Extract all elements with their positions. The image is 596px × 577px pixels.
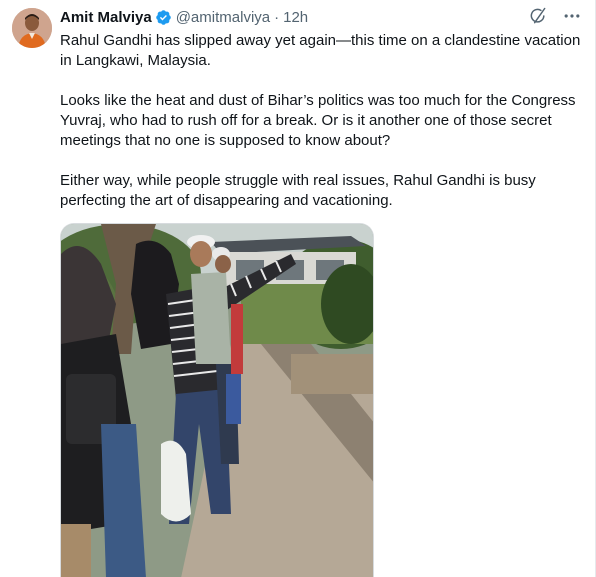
tweet[interactable]: Amit Malviya @amitmalviya · 12h Rahul Ga… (0, 0, 596, 577)
tweet-text: Rahul Gandhi has slipped away yet again—… (60, 31, 585, 231)
tweet-paragraph: Rahul Gandhi has slipped away yet again—… (60, 32, 581, 69)
author-avatar[interactable] (12, 8, 52, 48)
author-name[interactable]: Amit Malviya (60, 9, 152, 26)
more-options-icon[interactable] (562, 6, 582, 26)
verified-badge-icon[interactable] (155, 9, 172, 26)
tweet-header: Amit Malviya @amitmalviya · 12h (60, 7, 308, 27)
tweet-timestamp[interactable]: 12h (283, 9, 308, 26)
grok-icon[interactable] (528, 6, 548, 26)
tweet-media-photo[interactable] (60, 223, 374, 577)
header-separator: · (274, 8, 280, 26)
tweet-actions (528, 6, 582, 26)
tweet-paragraph: Either way, while people struggle with r… (60, 172, 536, 209)
author-handle[interactable]: @amitmalviya (176, 9, 270, 26)
tweet-paragraph: Looks like the heat and dust of Bihar’s … (60, 92, 576, 149)
